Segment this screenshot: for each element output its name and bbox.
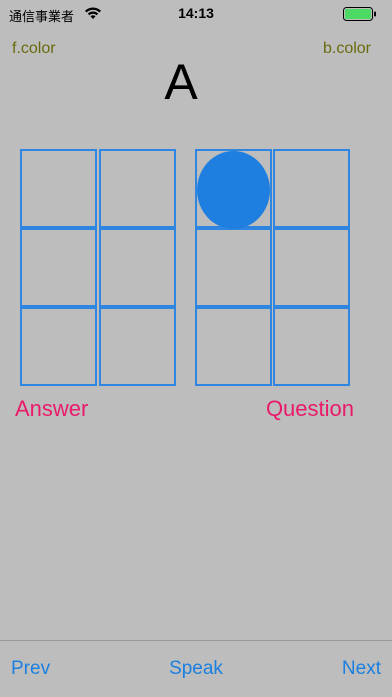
answer-label: Answer <box>15 396 89 421</box>
question-label: Question <box>265 396 354 421</box>
raised-braille-dot <box>197 151 270 229</box>
answer-dot-5[interactable] <box>99 228 176 307</box>
question-dot-5 <box>273 228 350 307</box>
speak-button[interactable]: Speak <box>0 658 392 680</box>
background-color-button[interactable]: b.color <box>323 40 371 58</box>
answer-dot-2[interactable] <box>20 228 97 307</box>
question-dot-2 <box>195 228 272 307</box>
current-letter: A <box>164 54 198 110</box>
status-bar: 通信事業者 14:13 <box>0 0 392 28</box>
question-dot-4 <box>273 149 350 228</box>
next-button[interactable]: Next <box>342 658 381 680</box>
answer-dot-6[interactable] <box>99 307 176 386</box>
bottom-toolbar: Prev Speak Next <box>0 640 392 697</box>
answer-dot-4[interactable] <box>99 149 176 228</box>
answer-dot-3[interactable] <box>20 307 97 386</box>
clock: 14:13 <box>178 5 214 21</box>
question-dot-3 <box>195 307 272 386</box>
battery-icon <box>343 7 376 21</box>
answer-dot-1[interactable] <box>20 149 97 228</box>
question-dot-6 <box>273 307 350 386</box>
font-color-button[interactable]: f.color <box>12 40 56 58</box>
